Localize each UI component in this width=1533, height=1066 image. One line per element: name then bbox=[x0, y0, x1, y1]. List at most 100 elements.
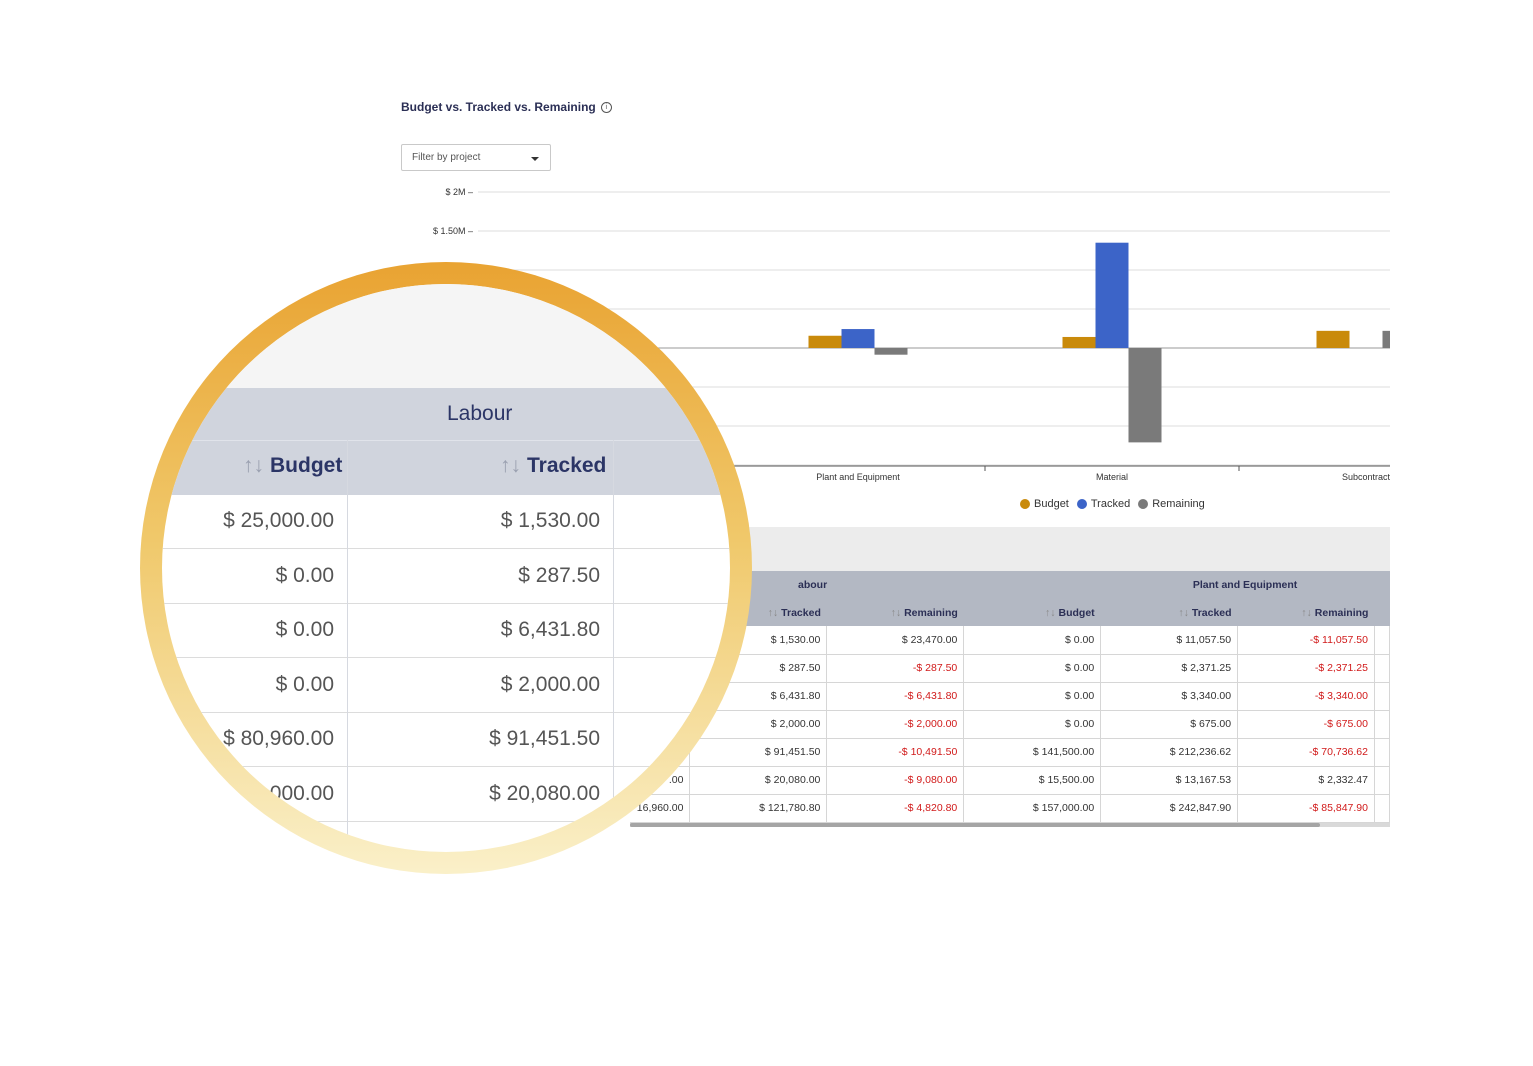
magnified-table: Labour ↑↓ Budget ↑↓ Tracked $ 25,000.00 $ 1… bbox=[162, 284, 730, 852]
col-label: Tracked bbox=[527, 454, 607, 477]
sort-icon: ↑↓ bbox=[243, 454, 264, 477]
col-label: Tracked bbox=[781, 606, 821, 619]
chart-title-text: Budget vs. Tracked vs. Remaining bbox=[401, 100, 596, 114]
cell: -$ 675.00 bbox=[1237, 710, 1375, 739]
col-overflow bbox=[1374, 599, 1390, 626]
cell: $ 675.00 bbox=[1100, 710, 1239, 739]
legend-label-budget: Budget bbox=[1034, 498, 1069, 510]
bar-budget-plant-and-equipment bbox=[808, 335, 842, 348]
cell bbox=[1374, 682, 1390, 711]
magnified-group-header: Labour bbox=[162, 388, 730, 440]
magnified-row: $ 0.00 $ 2,000.00 bbox=[162, 658, 730, 713]
magnified-tracked-value: $ 91,451.50 bbox=[489, 727, 600, 751]
sort-icon: ↑↓ bbox=[1301, 606, 1312, 619]
cell: -$ 2,000.00 bbox=[826, 710, 965, 739]
table-row: 16,960.00 $ 121,780.80 -$ 4,820.80 $ 157,00… bbox=[630, 794, 1390, 823]
magnified-row: $ 25,000.00 $ 1,530.00 bbox=[162, 494, 730, 549]
chevron-down-icon bbox=[531, 157, 539, 161]
col-label: Remaining bbox=[1314, 606, 1369, 619]
cell: $ 0.00 bbox=[963, 654, 1102, 683]
magnified-toolbar bbox=[162, 284, 730, 388]
col-label: Budget bbox=[1058, 606, 1095, 619]
x-tick-label: Plant and Equipment bbox=[816, 472, 900, 482]
magnified-row: $ 0.00 $ 6,431.80 bbox=[162, 603, 730, 659]
y-tick-label: $ 1.50M – bbox=[433, 226, 473, 236]
magnified-row: 000.00 $ 20,080.00 bbox=[162, 767, 730, 822]
chart-legend: Budget Tracked Remaining bbox=[1020, 498, 1205, 510]
col-label: Tracked bbox=[1191, 606, 1232, 619]
magnified-col-tracked[interactable]: ↑↓ Tracked bbox=[500, 454, 606, 478]
sort-icon: ↑↓ bbox=[767, 606, 779, 619]
cell: $ 242,847.90 bbox=[1100, 794, 1239, 823]
magnified-tracked-value: $ 287.50 bbox=[518, 563, 600, 587]
sort-icon: ↑↓ bbox=[890, 606, 902, 619]
cell: -$ 4,820.80 bbox=[826, 794, 965, 823]
cell bbox=[1374, 710, 1390, 739]
cell: $ 15,500.00 bbox=[963, 766, 1102, 795]
cell: $ 2,371.25 bbox=[1100, 654, 1239, 683]
legend-label-remaining: Remaining bbox=[1152, 498, 1205, 510]
magnified-tracked-value: $ 1,530.00 bbox=[500, 509, 600, 532]
bar-tracked-plant-and-equipment bbox=[841, 329, 875, 348]
scrollbar-thumb[interactable] bbox=[630, 823, 1320, 827]
x-tick-label: Subcontract bbox=[1342, 472, 1390, 482]
info-icon[interactable]: i bbox=[600, 101, 612, 113]
cell: -$ 85,847.90 bbox=[1237, 794, 1375, 823]
cell bbox=[1374, 654, 1390, 683]
magnified-column-header: ↑↓ Budget ↑↓ Tracked bbox=[162, 440, 730, 495]
legend-swatch-budget bbox=[1020, 499, 1030, 509]
magnified-row: $ 1( bbox=[162, 822, 730, 852]
col-label: Remaining bbox=[904, 606, 958, 619]
col-labour-remaining[interactable]: ↑↓ Remaining bbox=[826, 599, 964, 626]
cell bbox=[1374, 794, 1390, 823]
sort-icon: ↑↓ bbox=[1178, 606, 1189, 619]
bar-remaining-subcontract bbox=[1382, 330, 1390, 348]
magnified-tracked-value: $ 20,080.00 bbox=[489, 782, 600, 805]
col-pe-tracked[interactable]: ↑↓ Tracked bbox=[1100, 599, 1238, 626]
bar-remaining-plant-and-equipment bbox=[874, 348, 908, 355]
cell: $ 0.00 bbox=[963, 626, 1102, 655]
magnified-budget-value: $ 0.00 bbox=[275, 618, 334, 642]
table-row: $ 6,431.80 -$ 6,431.80 $ 0.00 $ 3,340.00 -$ … bbox=[630, 682, 1390, 711]
magnified-budget-value: $ 0.00 bbox=[275, 563, 334, 587]
cell bbox=[1374, 738, 1390, 767]
filter-placeholder: Filter by project bbox=[412, 152, 481, 163]
magnified-budget-value: $ 80,960.00 bbox=[223, 727, 334, 751]
sort-icon: ↑↓ bbox=[500, 454, 521, 477]
cell: $ 0.00 bbox=[963, 682, 1102, 711]
col-pe-remaining[interactable]: ↑↓ Remaining bbox=[1237, 599, 1375, 626]
bar-tracked-material bbox=[1095, 242, 1129, 348]
table-row: $ 2,000.00 -$ 2,000.00 $ 0.00 $ 675.00 -$ 67… bbox=[630, 710, 1390, 739]
table-row: .00 $ 20,080.00 -$ 9,080.00 $ 15,500.00 $ 13… bbox=[630, 766, 1390, 795]
cell: $ 23,470.00 bbox=[826, 626, 965, 655]
cell bbox=[1374, 766, 1390, 795]
magnified-col-budget[interactable]: ↑↓ Budget bbox=[243, 454, 342, 478]
legend-swatch-tracked bbox=[1076, 499, 1087, 509]
sort-icon: ↑↓ bbox=[1045, 606, 1056, 619]
horizontal-scrollbar[interactable] bbox=[630, 823, 1390, 827]
bar-remaining-material bbox=[1128, 348, 1162, 443]
cell: $ 0.00 bbox=[963, 710, 1102, 739]
bar-budget-subcontract bbox=[1316, 330, 1350, 348]
magnified-budget-value: $ 25,000.00 bbox=[223, 509, 334, 532]
col-label: Budget bbox=[270, 454, 343, 477]
cell: -$ 287.50 bbox=[826, 654, 965, 683]
filter-by-project-select[interactable]: Filter by project bbox=[401, 144, 551, 171]
magnifier-circle: Labour ↑↓ Budget ↑↓ Tracked $ 25,000.00 $ 1… bbox=[140, 262, 752, 874]
legend-swatch-remaining bbox=[1138, 499, 1149, 509]
magnified-group-labour: Labour bbox=[447, 402, 513, 425]
magnified-tracked-value: $ 2,000.00 bbox=[500, 672, 600, 696]
x-tick-label: Material bbox=[1096, 472, 1128, 482]
magnified-budget-value: $ 0.00 bbox=[275, 672, 334, 696]
cell: $ 11,057.50 bbox=[1100, 626, 1239, 655]
legend-item-remaining[interactable]: Remaining bbox=[1138, 498, 1205, 510]
cell: -$ 10,491.50 bbox=[826, 738, 965, 767]
magnified-row: $ 80,960.00 $ 91,451.50 bbox=[162, 712, 730, 768]
col-pe-budget[interactable]: ↑↓ Budget bbox=[963, 599, 1101, 626]
legend-item-budget[interactable]: Budget bbox=[1020, 498, 1069, 510]
cell: $ 2,332.47 bbox=[1237, 766, 1375, 795]
cell: -$ 9,080.00 bbox=[826, 766, 965, 795]
legend-item-tracked[interactable]: Tracked bbox=[1076, 498, 1130, 510]
magnified-tracked-value: $ 1( bbox=[563, 836, 600, 852]
cell: $ 13,167.53 bbox=[1100, 766, 1239, 795]
